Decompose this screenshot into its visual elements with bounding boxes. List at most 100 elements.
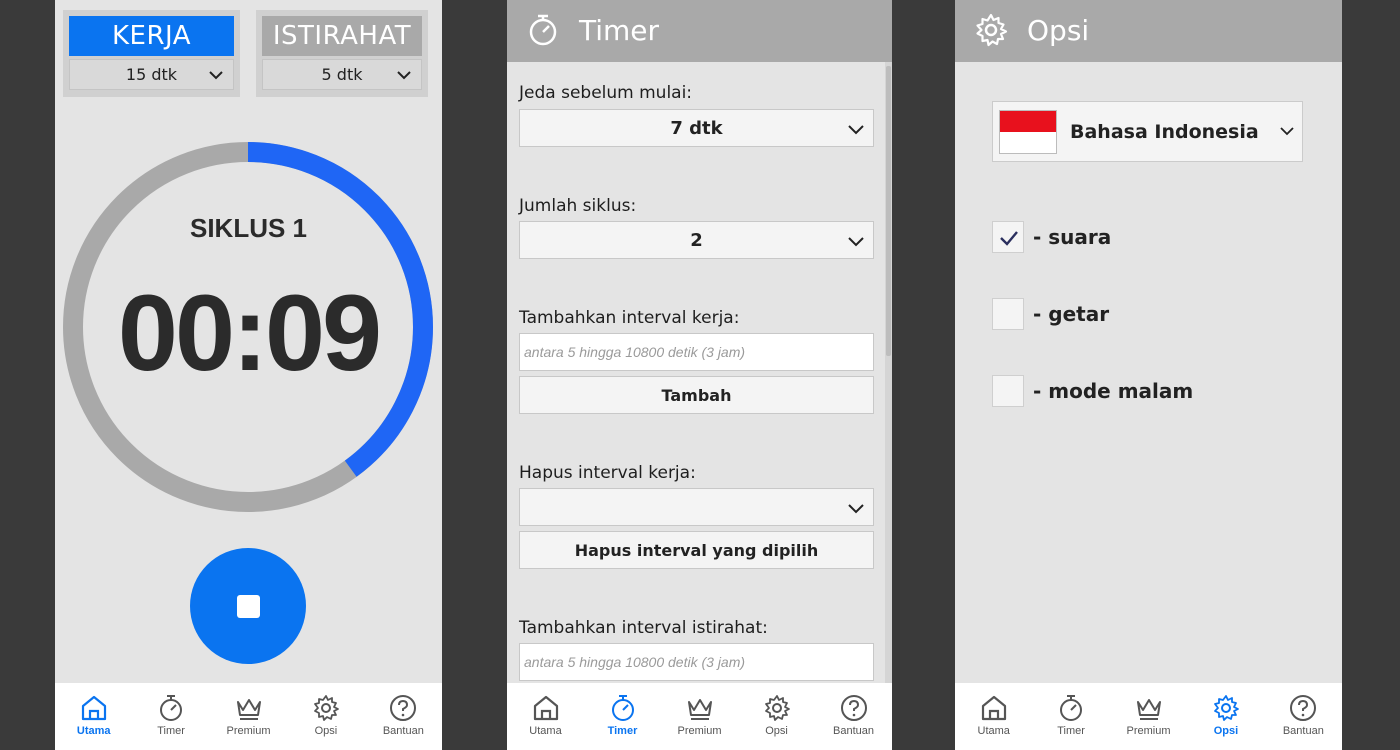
stop-icon bbox=[237, 595, 260, 618]
remove-work-select[interactable] bbox=[519, 488, 874, 526]
crown-icon bbox=[687, 699, 712, 720]
language-value: Bahasa Indonesia bbox=[1070, 121, 1259, 143]
nav-label: Timer bbox=[1057, 725, 1085, 737]
work-title[interactable]: KERJA bbox=[69, 16, 234, 56]
nav-premium[interactable]: Premium bbox=[1110, 683, 1187, 750]
nav-label: Opsi bbox=[1213, 725, 1239, 737]
stop-button[interactable] bbox=[190, 548, 306, 664]
rest-duration-value: 5 dtk bbox=[321, 65, 363, 84]
rest-title[interactable]: ISTIRAHAT bbox=[262, 16, 422, 56]
nav-opsi[interactable]: Opsi bbox=[738, 683, 815, 750]
rest-duration-select[interactable]: 5 dtk bbox=[262, 59, 422, 90]
nav-label: Timer bbox=[607, 725, 638, 737]
add-rest-label: Tambahkan interval istirahat: bbox=[519, 618, 768, 638]
home-icon bbox=[533, 695, 558, 721]
chevron-down-icon bbox=[848, 237, 864, 247]
page-title: Timer bbox=[579, 14, 660, 47]
header: Opsi bbox=[955, 0, 1342, 62]
chevron-down-icon bbox=[209, 71, 223, 80]
nav-label: Premium bbox=[1126, 725, 1171, 737]
bottom-nav: Utama Timer Premium Opsi Bantuan bbox=[507, 683, 892, 750]
nav-timer[interactable]: Timer bbox=[132, 683, 209, 750]
chevron-down-icon bbox=[848, 125, 864, 135]
help-icon bbox=[1290, 695, 1317, 721]
nav-utama[interactable]: Utama bbox=[55, 683, 132, 750]
nav-label: Premium bbox=[226, 725, 271, 737]
nav-label: Opsi bbox=[314, 725, 338, 737]
screen-main: KERJA 15 dtk ISTIRAHAT 5 dtk SIKLUS 1 00… bbox=[55, 0, 442, 750]
option-night-mode-row[interactable]: - mode malam bbox=[992, 375, 1193, 407]
stopwatch-icon bbox=[611, 695, 634, 721]
nav-label: Bantuan bbox=[1282, 725, 1324, 737]
nav-timer[interactable]: Timer bbox=[1032, 683, 1109, 750]
home-icon bbox=[81, 695, 106, 721]
nav-label: Utama bbox=[977, 725, 1010, 737]
add-work-button[interactable]: Tambah bbox=[519, 376, 874, 414]
gear-icon bbox=[1214, 695, 1239, 721]
nav-label: Utama bbox=[529, 725, 562, 737]
sound-label: - suara bbox=[1033, 225, 1112, 249]
nav-label: Opsi bbox=[765, 725, 788, 737]
nav-premium[interactable]: Premium bbox=[661, 683, 738, 750]
nav-opsi[interactable]: Opsi bbox=[1187, 683, 1264, 750]
cycles-select[interactable]: 2 bbox=[519, 221, 874, 259]
timer-display: 00:09 bbox=[117, 272, 382, 393]
nav-timer[interactable]: Timer bbox=[584, 683, 661, 750]
nav-opsi[interactable]: Opsi bbox=[287, 683, 364, 750]
night-mode-checkbox[interactable] bbox=[992, 375, 1024, 407]
delay-value: 7 dtk bbox=[670, 117, 723, 139]
home-icon bbox=[981, 695, 1006, 721]
work-duration-value: 15 dtk bbox=[125, 65, 178, 84]
add-work-label: Tambahkan interval kerja: bbox=[519, 308, 740, 328]
nav-label: Bantuan bbox=[382, 725, 424, 737]
indonesia-flag-icon bbox=[999, 110, 1057, 154]
chevron-down-icon bbox=[848, 504, 864, 514]
page-title: Opsi bbox=[1027, 14, 1090, 47]
cycles-label: Jumlah siklus: bbox=[519, 196, 637, 216]
nav-bantuan[interactable]: Bantuan bbox=[1265, 683, 1342, 750]
crown-icon bbox=[236, 699, 261, 720]
sound-checkbox[interactable] bbox=[992, 221, 1024, 253]
screen-options: Opsi Bahasa Indonesia - suara - getar - … bbox=[955, 0, 1342, 750]
option-vibrate-row[interactable]: - getar bbox=[992, 298, 1109, 330]
remove-interval-button[interactable]: Hapus interval yang dipilih bbox=[519, 531, 874, 569]
vibrate-label: - getar bbox=[1033, 302, 1110, 326]
nav-label: Timer bbox=[157, 725, 185, 737]
stopwatch-icon bbox=[160, 695, 183, 721]
screen-timer: Timer Jeda sebelum mulai: 7 dtk Jumlah s… bbox=[507, 0, 892, 750]
option-sound-row[interactable]: - suara bbox=[992, 221, 1111, 253]
stopwatch-icon bbox=[1060, 695, 1083, 721]
nav-label: Premium bbox=[677, 725, 722, 737]
vibrate-checkbox[interactable] bbox=[992, 298, 1024, 330]
cycles-value: 2 bbox=[690, 229, 703, 251]
delay-label: Jeda sebelum mulai: bbox=[519, 83, 693, 103]
header: Timer bbox=[507, 0, 892, 62]
chevron-down-icon bbox=[397, 71, 411, 80]
work-duration-select[interactable]: 15 dtk bbox=[69, 59, 234, 90]
nav-utama[interactable]: Utama bbox=[507, 683, 584, 750]
scrollbar-thumb[interactable] bbox=[886, 66, 891, 356]
gear-icon bbox=[976, 13, 1008, 47]
gear-icon bbox=[764, 695, 790, 721]
nav-bantuan[interactable]: Bantuan bbox=[815, 683, 892, 750]
remove-work-label: Hapus interval kerja: bbox=[519, 463, 696, 483]
add-rest-input[interactable] bbox=[519, 643, 874, 681]
language-select[interactable]: Bahasa Indonesia bbox=[992, 101, 1303, 162]
nav-utama[interactable]: Utama bbox=[955, 683, 1032, 750]
nav-bantuan[interactable]: Bantuan bbox=[365, 683, 442, 750]
scrollbar[interactable] bbox=[885, 62, 892, 683]
add-work-input[interactable] bbox=[519, 333, 874, 371]
nav-premium[interactable]: Premium bbox=[210, 683, 287, 750]
work-card: KERJA 15 dtk bbox=[63, 10, 240, 97]
gear-icon bbox=[314, 695, 339, 721]
bottom-nav: Utama Timer Premium Opsi Bantuan bbox=[955, 683, 1342, 750]
chevron-down-icon bbox=[1280, 127, 1294, 136]
nav-label: Bantuan bbox=[833, 725, 874, 737]
night-mode-label: - mode malam bbox=[1033, 379, 1194, 403]
delay-select[interactable]: 7 dtk bbox=[519, 109, 874, 147]
checkmark-icon bbox=[1000, 231, 1018, 246]
help-icon bbox=[840, 695, 867, 721]
bottom-nav: Utama Timer Premium Opsi Bantuan bbox=[55, 683, 442, 750]
nav-label: Utama bbox=[76, 725, 111, 737]
cycle-label: SIKLUS 1 bbox=[189, 213, 308, 243]
